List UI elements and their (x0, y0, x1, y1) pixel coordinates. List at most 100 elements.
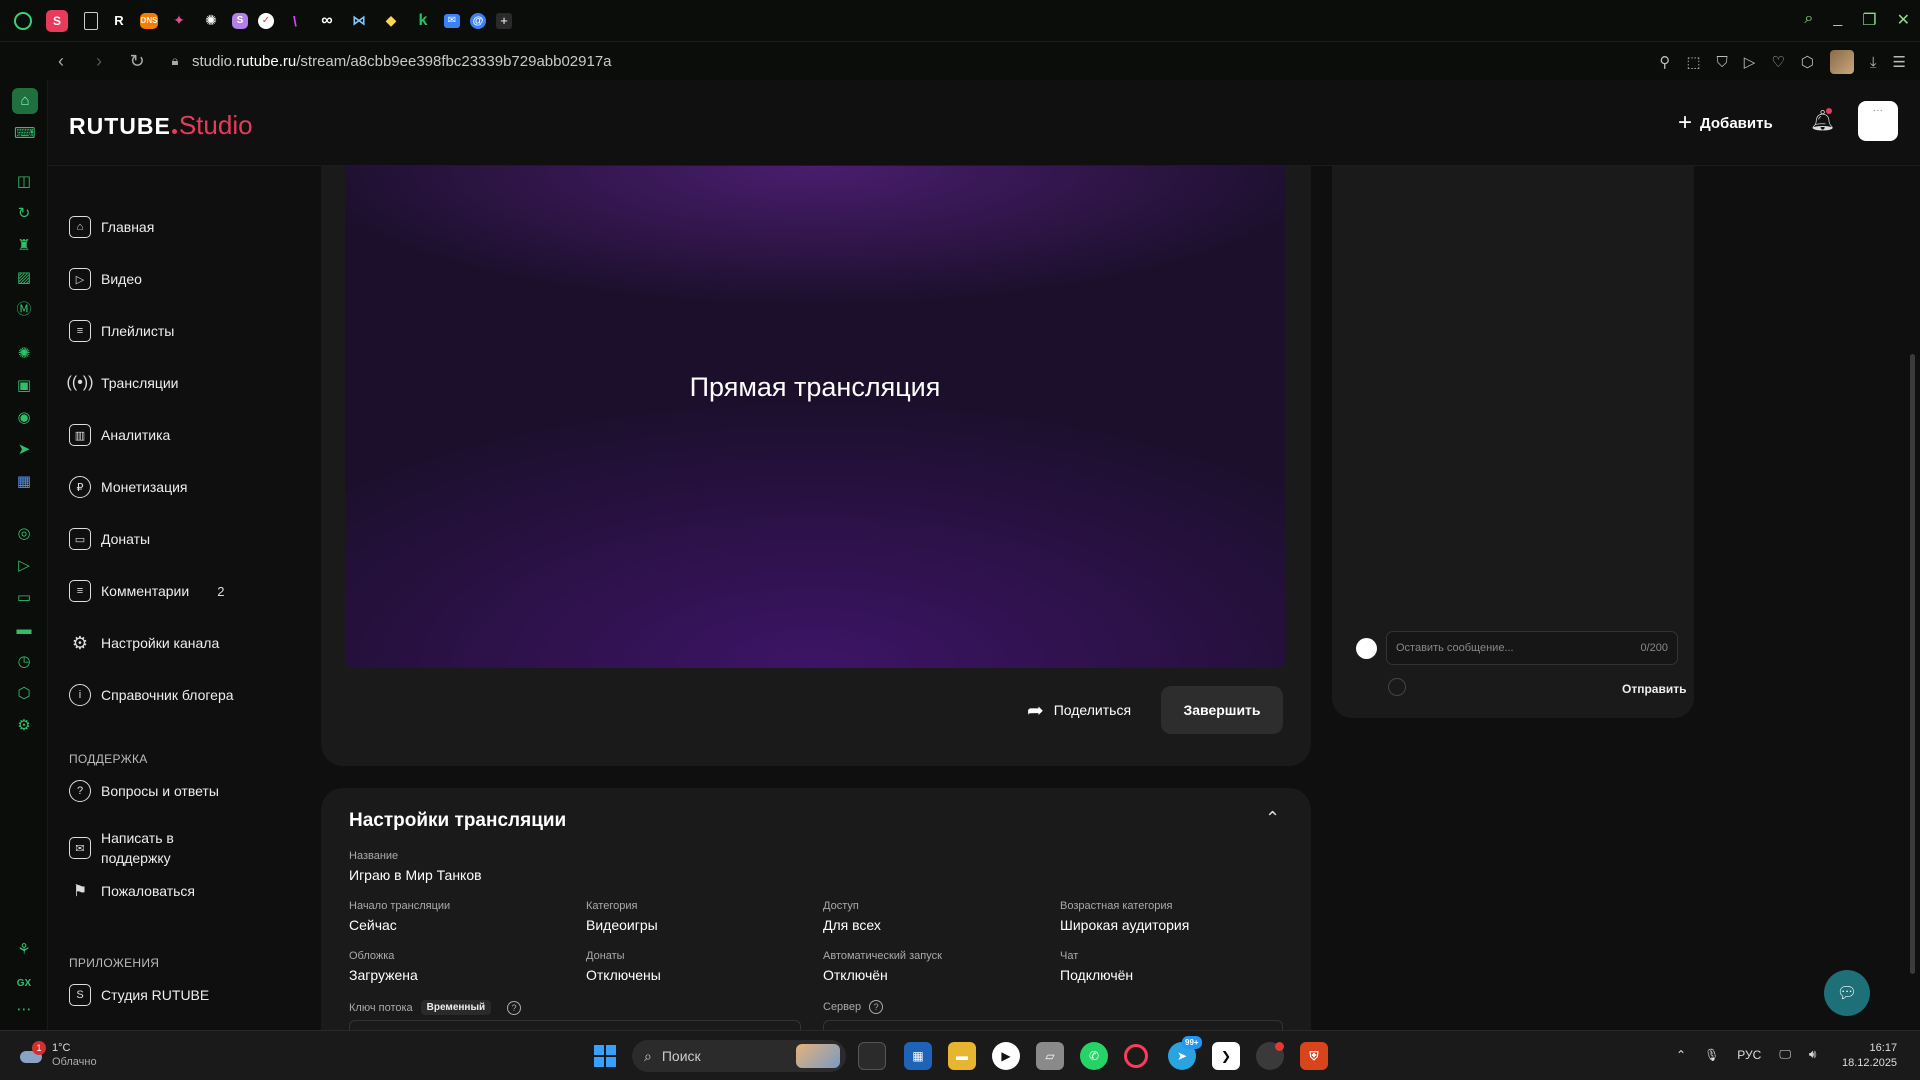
restore-icon[interactable]: ❐ (1862, 10, 1876, 30)
nav-item-video[interactable]: ▷ Видео (69, 268, 142, 290)
nav-item-report[interactable]: ⚑ Пожаловаться (69, 880, 195, 902)
tab-mail-icon[interactable]: ✉ (444, 13, 460, 28)
controller-icon[interactable]: ◫ (14, 172, 34, 192)
tab-grid-icon[interactable]: ⋈ (348, 10, 370, 32)
add-button[interactable]: + Добавить (1678, 109, 1773, 137)
task-view-icon[interactable] (858, 1042, 886, 1070)
gamepad-icon[interactable]: ⌨ (14, 124, 36, 144)
microphone-icon[interactable]: 🎙︎ (1704, 1048, 1719, 1062)
rutube-studio-logo[interactable]: RUTUBE Studio (69, 110, 253, 148)
vk-icon[interactable]: ▦ (14, 472, 34, 492)
nav-item-broadcasts[interactable]: ((•)) Трансляции (67, 372, 179, 394)
chat-message-input[interactable]: Оставить сообщение... 0/200 (1386, 631, 1678, 665)
volume-icon[interactable]: 🔊︎ (1809, 1047, 1817, 1062)
whatsapp-taskbar-icon[interactable]: ✆ (1080, 1042, 1108, 1070)
extensions-icon[interactable]: ⬡ (1801, 53, 1814, 71)
nav-item-monetization[interactable]: ₽ Монетизация (69, 476, 188, 498)
brave-icon[interactable]: ⛨ (1300, 1042, 1328, 1070)
opera-logo-icon[interactable] (14, 11, 32, 30)
speed-dial-home-icon[interactable]: ⌂ (12, 88, 38, 114)
pin-icon[interactable]: ⚲ (1659, 53, 1670, 71)
nav-item-blogger-guide[interactable]: i Справочник блогера (69, 684, 234, 706)
download-icon[interactable]: ⤓ (1870, 54, 1877, 71)
whatsapp-icon[interactable]: ◉ (14, 408, 34, 428)
tab-diamond-icon[interactable]: ◆ (380, 10, 402, 32)
nav-item-comments[interactable]: ≡ Комментарии 2 (69, 580, 224, 602)
m-box-icon[interactable]: Ⓜ (14, 300, 34, 320)
nav-item-contact-support[interactable]: ✉ Написать в поддержку (69, 828, 211, 868)
nav-item-analytics[interactable]: ▥ Аналитика (69, 424, 170, 446)
page-scrollbar[interactable] (1909, 166, 1917, 1030)
search-tabs-icon[interactable]: ⌕ (1804, 10, 1813, 30)
microsoft-store-icon[interactable]: ▦ (904, 1042, 932, 1070)
nav-item-channel-settings[interactable]: ⚙ Настройки канала (69, 632, 219, 654)
tab-at-icon[interactable]: @ (470, 12, 486, 29)
aria-icon[interactable]: ⚘ (14, 940, 34, 960)
nav-item-faq[interactable]: ? Вопросы и ответы (69, 780, 219, 802)
nav-item-studio-app[interactable]: S Студия RUTUBE (69, 984, 209, 1006)
hatch-icon[interactable]: ▨ (14, 268, 34, 288)
tab-dns-icon[interactable]: DNS (140, 12, 158, 29)
forward-icon[interactable]: › (90, 51, 108, 72)
tab-vivaldi-icon[interactable]: ✓ (258, 12, 274, 29)
card-icon[interactable]: ▬ (14, 620, 34, 640)
settings-icon[interactable]: ⚙ (14, 716, 34, 736)
chevron-up-icon[interactable]: ⌃ (1265, 808, 1280, 829)
twitch-icon[interactable]: ▣ (14, 376, 34, 396)
snapshot-icon[interactable]: ⬚ (1686, 53, 1700, 71)
send-message-button[interactable]: Отправить (1622, 682, 1686, 696)
nav-item-playlists[interactable]: ≡ Плейлисты (69, 320, 174, 342)
scrollbar-thumb[interactable] (1910, 354, 1915, 974)
refresh-circle-icon[interactable]: ↻ (14, 204, 34, 224)
nav-item-donations[interactable]: ▭ Донаты (69, 528, 150, 550)
opera-gx-taskbar-icon[interactable] (1124, 1044, 1148, 1068)
bot-icon[interactable]: ♜ (14, 236, 34, 256)
profile-avatar[interactable]: ··· (1858, 101, 1898, 141)
nav-item-home[interactable]: ⌂ Главная (69, 216, 154, 238)
emoji-icon[interactable] (1388, 678, 1406, 696)
new-tab-plus-icon[interactable]: + (496, 12, 512, 29)
tab-document-icon[interactable] (84, 11, 98, 30)
stream-key-input[interactable] (349, 1020, 801, 1030)
close-window-icon[interactable]: ✕ (1897, 10, 1910, 30)
minimize-icon[interactable]: _ (1833, 10, 1842, 30)
weather-widget[interactable]: 1 1°C Облачно (18, 1041, 97, 1069)
tab-rutube-icon[interactable]: R (108, 10, 130, 32)
tab-colorful-icon[interactable]: ✦ (168, 10, 190, 32)
input-language[interactable]: РУС (1737, 1048, 1761, 1062)
telegram-icon[interactable]: ➤ (14, 440, 34, 460)
menu-icon[interactable]: ☰ (1893, 53, 1906, 71)
player-icon[interactable]: ◎ (14, 524, 34, 544)
play-icon[interactable]: ▷ (1744, 53, 1756, 71)
heart-icon[interactable]: ♡ (1771, 53, 1784, 71)
image-viewer-icon[interactable]: ▱ (1036, 1042, 1064, 1070)
recording-app-icon[interactable] (1256, 1042, 1284, 1070)
tray-chevron-up-icon[interactable]: ⌃ (1676, 1048, 1686, 1062)
telegram-taskbar-icon[interactable]: ➤ 99+ (1168, 1036, 1202, 1070)
gx-icon[interactable]: GX (14, 974, 34, 994)
tab-chatgpt-icon[interactable]: ✺ (200, 10, 222, 32)
tab-kinopoisk-icon[interactable]: k (412, 10, 434, 32)
tab-purple-icon[interactable]: S (232, 12, 248, 29)
profile-avatar-icon[interactable] (1829, 50, 1854, 74)
shield-icon[interactable]: ⛉ (1717, 54, 1728, 71)
tab-infinity-icon[interactable]: ∞ (316, 10, 338, 32)
windows-start-icon[interactable] (594, 1045, 616, 1067)
extensions-icon[interactable]: ⬡ (14, 684, 34, 704)
notifications-bell-icon[interactable]: 🔔︎ (1810, 108, 1835, 132)
taskbar-search[interactable]: ⌕ Поиск (632, 1040, 846, 1072)
terminal-icon[interactable]: ❯ (1212, 1042, 1240, 1070)
finish-stream-button[interactable]: Завершить (1161, 686, 1283, 734)
stream-preview[interactable]: Прямая трансляция (345, 166, 1285, 668)
history-icon[interactable]: ◷ (14, 652, 34, 672)
server-help-icon[interactable]: ? (869, 1000, 884, 1014)
back-icon[interactable]: ‹ (52, 51, 70, 72)
stream-key-help-icon[interactable]: ? (507, 1000, 522, 1015)
wallet-icon[interactable]: ▭ (14, 588, 34, 608)
tab-gradient-icon[interactable]: \ (284, 10, 306, 32)
taskbar-clock[interactable]: 16:17 18.12.2025 (1842, 1041, 1897, 1071)
server-input[interactable] (823, 1020, 1283, 1030)
tab-rutube-studio-icon[interactable]: S (46, 9, 68, 32)
chatgpt-icon[interactable]: ✺ (14, 344, 34, 364)
url-field[interactable]: studio.rutube.ru/stream/a8cbb9ee398fbc23… (192, 53, 612, 70)
